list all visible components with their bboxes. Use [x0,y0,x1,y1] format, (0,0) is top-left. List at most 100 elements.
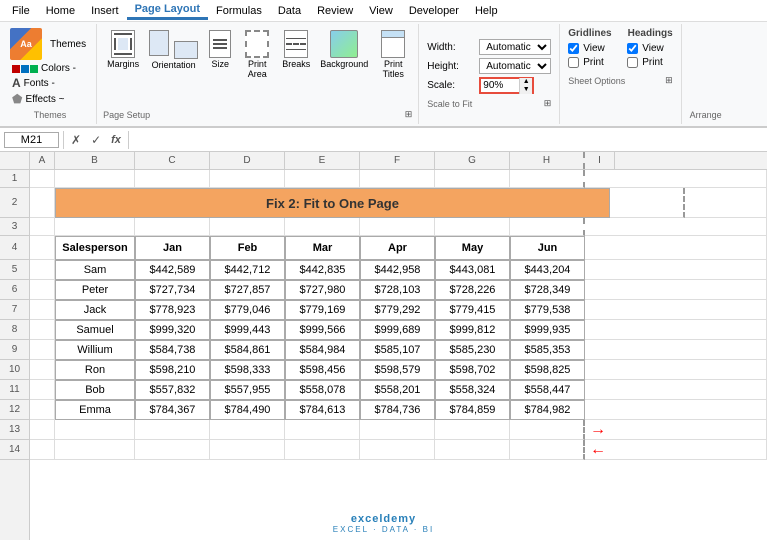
function-icon[interactable]: fx [108,134,124,146]
formula-input[interactable] [133,133,763,147]
cell-e6[interactable]: $727,980 [285,280,360,300]
cell-e12[interactable]: $784,613 [285,400,360,420]
cell-d11[interactable]: $557,955 [210,380,285,400]
confirm-icon[interactable]: ✓ [88,133,104,147]
cell-c11[interactable]: $557,832 [135,380,210,400]
cell-f8[interactable]: $999,689 [360,320,435,340]
row-header-11[interactable]: 11 [0,380,29,400]
page-setup-dialog-icon[interactable]: ⊞ [405,109,413,120]
cell-b5[interactable]: Sam [55,260,135,280]
cell-i4[interactable] [585,236,767,260]
cell-b6[interactable]: Peter [55,280,135,300]
gridlines-view-checkbox[interactable] [568,43,579,54]
fonts-button[interactable]: A Fonts - [10,75,90,91]
cell-f12[interactable]: $784,736 [360,400,435,420]
colors-button[interactable]: Colors - [10,62,90,75]
cell-g8[interactable]: $999,812 [435,320,510,340]
cell-h4-header[interactable]: Jun [510,236,585,260]
cell-i2[interactable] [685,188,767,218]
cell-a3[interactable] [30,218,55,236]
cell-e8[interactable]: $999,566 [285,320,360,340]
print-area-button[interactable]: Print Area [238,28,276,81]
cell-h5[interactable]: $443,204 [510,260,585,280]
row-header-13[interactable]: 13 [0,420,29,440]
effects-button[interactable]: ⬟ Effects ~ [10,91,90,107]
cell-a1[interactable] [30,170,55,188]
cell-a4[interactable] [30,236,55,260]
cell-c7[interactable]: $778,923 [135,300,210,320]
cell-d6[interactable]: $727,857 [210,280,285,300]
sheet-options-dialog-icon[interactable]: ⊞ [665,75,673,86]
cell-f4-header[interactable]: Apr [360,236,435,260]
height-select[interactable]: Automatic 1 page 2 pages [479,58,551,74]
cell-a2[interactable] [30,188,55,218]
cell-h2[interactable] [610,188,685,218]
row-header-6[interactable]: 6 [0,280,29,300]
menu-file[interactable]: File [4,3,38,19]
row-header-1[interactable]: 1 [0,170,29,188]
col-header-c[interactable]: C [135,152,210,169]
cell-g7[interactable]: $779,415 [435,300,510,320]
cell-c12[interactable]: $784,367 [135,400,210,420]
cell-h11[interactable]: $558,447 [510,380,585,400]
row-header-14[interactable]: 14 [0,440,29,460]
cell-c1[interactable] [135,170,210,188]
col-header-f[interactable]: F [360,152,435,169]
cell-f3[interactable] [360,218,435,236]
cell-f1[interactable] [360,170,435,188]
scale-down-btn[interactable]: ▼ [520,86,532,94]
scale-up-btn[interactable]: ▲ [520,78,532,86]
cell-f7[interactable]: $779,292 [360,300,435,320]
cell-c5[interactable]: $442,589 [135,260,210,280]
cell-h3[interactable] [510,218,585,236]
cell-h7[interactable]: $779,538 [510,300,585,320]
cell-reference-box[interactable]: M21 [4,132,59,148]
row-header-4[interactable]: 4 [0,236,29,260]
themes-button[interactable]: Themes [46,37,90,52]
cell-g9[interactable]: $585,230 [435,340,510,360]
menu-home[interactable]: Home [38,3,83,19]
cell-h12[interactable]: $784,982 [510,400,585,420]
headings-print-checkbox[interactable] [627,57,638,68]
row-header-8[interactable]: 8 [0,320,29,340]
row-header-5[interactable]: 5 [0,260,29,280]
cell-g5[interactable]: $443,081 [435,260,510,280]
cell-g12[interactable]: $784,859 [435,400,510,420]
orientation-button[interactable]: Orientation [145,28,202,72]
cell-b10[interactable]: Ron [55,360,135,380]
cell-g4-header[interactable]: May [435,236,510,260]
menu-insert[interactable]: Insert [83,3,127,19]
cell-b8[interactable]: Samuel [55,320,135,340]
cell-d3[interactable] [210,218,285,236]
scale-dialog-icon[interactable]: ⊞ [544,98,552,109]
cell-h1[interactable] [510,170,585,188]
cell-d10[interactable]: $598,333 [210,360,285,380]
scale-input[interactable] [481,80,519,91]
menu-developer[interactable]: Developer [401,3,467,19]
cell-e11[interactable]: $558,078 [285,380,360,400]
menu-review[interactable]: Review [309,3,361,19]
cell-h10[interactable]: $598,825 [510,360,585,380]
cell-g6[interactable]: $728,226 [435,280,510,300]
cell-c4-header[interactable]: Jan [135,236,210,260]
width-select[interactable]: Automatic 1 page 2 pages [479,39,551,55]
cell-b11[interactable]: Bob [55,380,135,400]
menu-view[interactable]: View [361,3,401,19]
cell-f5[interactable]: $442,958 [360,260,435,280]
cell-g1[interactable] [435,170,510,188]
cell-b12[interactable]: Emma [55,400,135,420]
row-header-12[interactable]: 12 [0,400,29,420]
cell-d1[interactable] [210,170,285,188]
col-header-d[interactable]: D [210,152,285,169]
headings-view-checkbox[interactable] [627,43,638,54]
cell-d8[interactable]: $999,443 [210,320,285,340]
menu-page-layout[interactable]: Page Layout [127,1,208,20]
cell-b9[interactable]: Willium [55,340,135,360]
cell-f6[interactable]: $728,103 [360,280,435,300]
scale-spinbox[interactable]: ▲ ▼ [479,77,534,94]
cancel-icon[interactable]: ✗ [68,133,84,147]
col-header-e[interactable]: E [285,152,360,169]
cell-h6[interactable]: $728,349 [510,280,585,300]
title-cell[interactable]: Fix 2: Fit to One Page [55,188,610,218]
col-header-i[interactable]: I [585,152,615,169]
